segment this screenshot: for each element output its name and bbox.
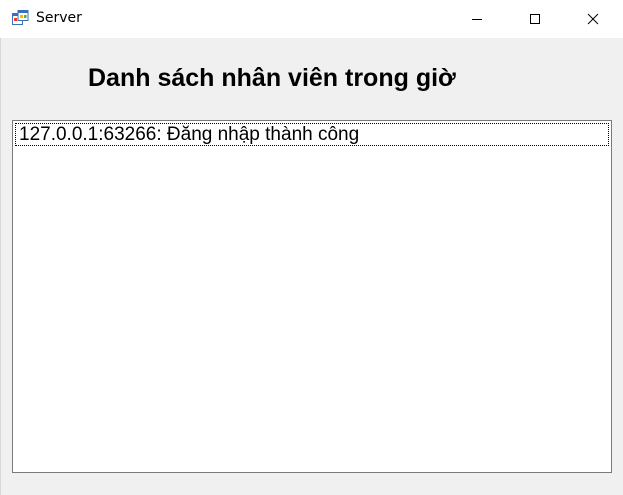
windows-form-icon[interactable] xyxy=(12,10,29,26)
page-title: Danh sách nhân viên trong giờ xyxy=(88,64,456,92)
minimize-icon xyxy=(472,19,482,20)
title-bar[interactable]: Server xyxy=(0,0,623,38)
window-title: Server xyxy=(36,10,82,26)
window-border xyxy=(0,38,1,495)
maximize-button[interactable] xyxy=(506,0,564,38)
close-button[interactable] xyxy=(564,0,622,38)
server-window: Server Danh sách nhân viên trong giờ 127… xyxy=(0,0,623,495)
list-item[interactable]: 127.0.0.1:63266: Đăng nhập thành công xyxy=(15,123,609,146)
close-icon xyxy=(587,13,599,25)
employee-listbox[interactable]: 127.0.0.1:63266: Đăng nhập thành công xyxy=(12,120,612,473)
maximize-icon xyxy=(530,14,540,24)
minimize-button[interactable] xyxy=(448,0,506,38)
